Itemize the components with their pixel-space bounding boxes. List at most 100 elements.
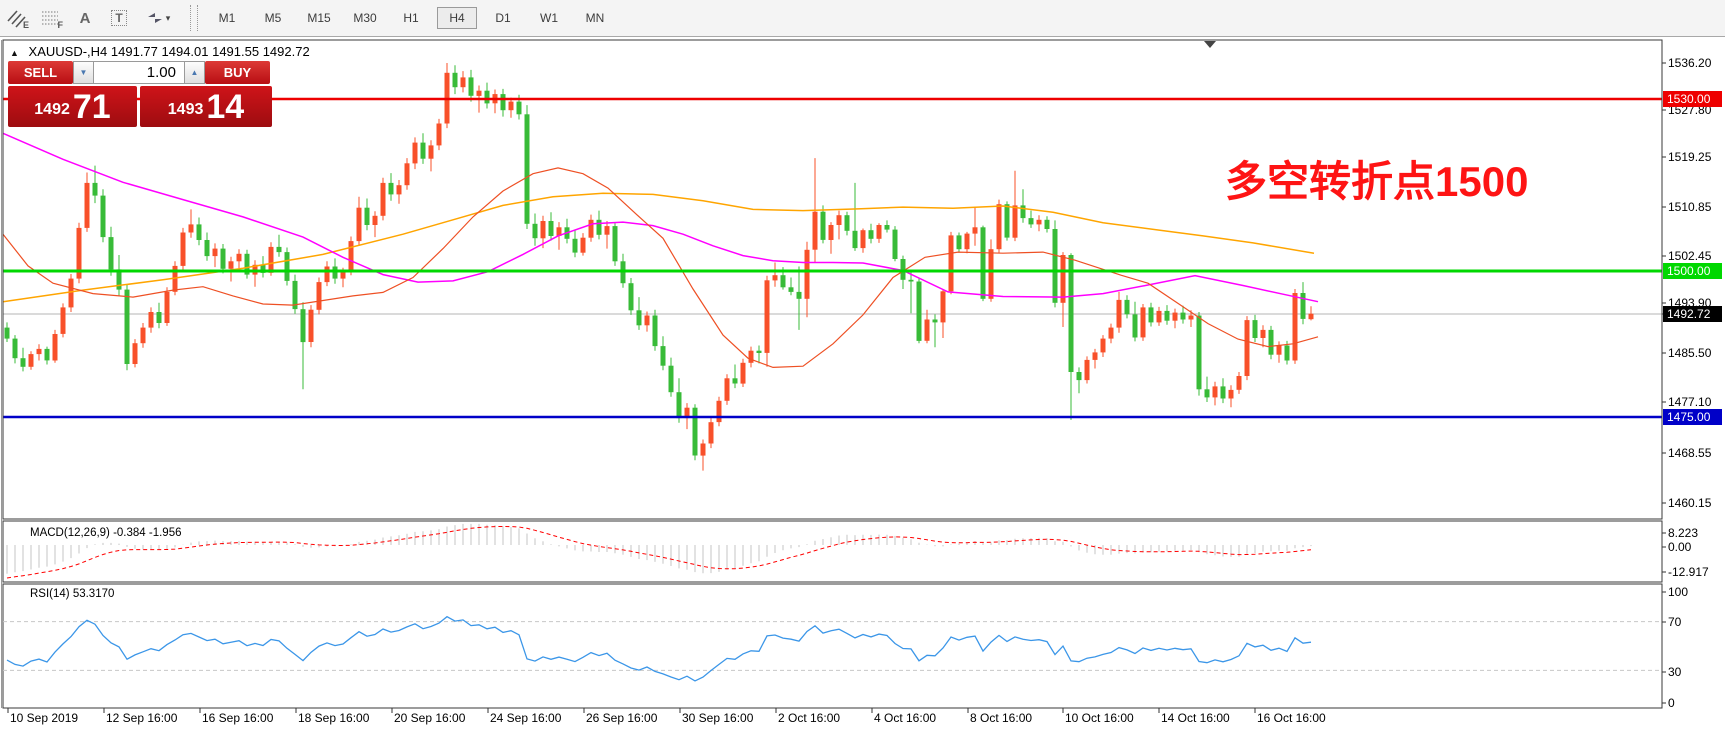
candle — [1117, 300, 1122, 328]
candle — [389, 183, 394, 195]
candle — [429, 145, 434, 158]
candle — [821, 212, 826, 240]
date-axis-label: 24 Sep 16:00 — [490, 711, 561, 725]
candle — [1213, 386, 1218, 397]
candle — [333, 267, 338, 279]
candle — [381, 183, 386, 216]
candle — [453, 73, 458, 87]
candle — [853, 231, 858, 248]
sell-button[interactable]: SELL — [8, 61, 73, 84]
candle — [1053, 229, 1058, 303]
price-level-badge: 1475.00 — [1663, 409, 1722, 425]
candle — [53, 334, 58, 361]
symbol-header: ▲ XAUUSD-,H4 1491.77 1494.01 1491.55 149… — [10, 44, 310, 59]
price-level-badge: 1500.00 — [1663, 263, 1722, 279]
candle — [341, 272, 346, 279]
candle — [37, 349, 42, 354]
candle — [589, 220, 594, 238]
volume-increase-button[interactable]: ▲ — [184, 61, 205, 84]
candle — [933, 320, 938, 323]
current-price-badge: 1492.72 — [1663, 306, 1722, 322]
volume-input[interactable] — [94, 61, 184, 84]
candle — [725, 378, 730, 401]
candle — [397, 185, 402, 194]
candle — [1189, 316, 1194, 320]
candle — [917, 282, 922, 341]
date-axis-label: 26 Sep 16:00 — [586, 711, 657, 725]
one-click-trading-panel: SELL ▼ ▲ BUY 1492 71 1493 14 — [8, 61, 272, 127]
date-axis-label: 4 Oct 16:00 — [874, 711, 936, 725]
date-axis-label: 10 Sep 2019 — [10, 711, 78, 725]
candle — [469, 77, 474, 95]
candle — [941, 291, 946, 322]
price-axis-label: 1460.15 — [1668, 496, 1711, 510]
ma-slow-orange — [3, 193, 1314, 301]
candle — [949, 235, 954, 291]
price-axis-label: 1468.55 — [1668, 446, 1711, 460]
candle — [1261, 330, 1266, 338]
candle — [357, 208, 362, 241]
date-axis-label: 20 Sep 16:00 — [394, 711, 465, 725]
candle — [861, 230, 866, 248]
candle — [29, 354, 34, 367]
candle — [1093, 352, 1098, 360]
candle — [957, 235, 962, 249]
candle — [733, 378, 738, 383]
candle — [1181, 313, 1186, 320]
candle — [533, 224, 538, 238]
date-axis-label: 2 Oct 16:00 — [778, 711, 840, 725]
price-level-badge: 1530.00 — [1663, 91, 1722, 107]
candle — [1005, 204, 1010, 237]
candle — [1069, 255, 1074, 372]
collapse-panel-icon[interactable]: ▲ — [10, 48, 19, 58]
candle — [1293, 293, 1298, 361]
candle — [349, 241, 354, 272]
date-axis-label: 8 Oct 16:00 — [970, 711, 1032, 725]
price-axis-label: 1536.20 — [1668, 56, 1711, 70]
candle — [805, 250, 810, 299]
candle — [1061, 255, 1066, 303]
candle — [701, 444, 706, 456]
sell-price-display[interactable]: 1492 71 — [8, 86, 137, 127]
candle — [997, 204, 1002, 249]
candle — [1045, 220, 1050, 229]
candle — [325, 267, 330, 283]
candle — [285, 252, 290, 281]
candle — [1277, 346, 1282, 355]
candle — [317, 282, 322, 310]
candle — [1141, 307, 1146, 337]
candle — [197, 224, 202, 240]
candle — [981, 227, 986, 298]
buy-price-display[interactable]: 1493 14 — [140, 86, 272, 127]
chart-shift-marker — [1204, 41, 1216, 48]
candle — [85, 183, 90, 228]
candle — [21, 358, 26, 367]
candle — [1165, 311, 1170, 321]
candle — [693, 408, 698, 456]
candle — [437, 124, 442, 146]
candle — [1269, 330, 1274, 355]
candle — [1301, 293, 1306, 319]
candle — [13, 339, 18, 359]
candle — [69, 279, 74, 308]
date-axis-label: 16 Oct 16:00 — [1257, 711, 1326, 725]
candle — [829, 225, 834, 240]
candle — [973, 227, 978, 233]
volume-decrease-button[interactable]: ▼ — [73, 61, 94, 84]
candle — [93, 183, 98, 196]
candle — [797, 292, 802, 299]
chart-text-annotation[interactable]: 多空转折点1500 — [1225, 148, 1528, 209]
candle — [781, 275, 786, 287]
candle — [157, 312, 162, 323]
date-axis-label: 14 Oct 16:00 — [1161, 711, 1230, 725]
candle — [1077, 372, 1082, 380]
candle — [629, 283, 634, 310]
sell-price-big: 71 — [73, 89, 111, 125]
candle — [61, 307, 66, 334]
candle — [925, 320, 930, 341]
buy-button[interactable]: BUY — [205, 61, 270, 84]
macd-axis-label: 8.223 — [1668, 526, 1698, 540]
candle — [477, 91, 482, 96]
buy-price-small: 1493 — [168, 95, 204, 125]
candle — [485, 91, 490, 104]
